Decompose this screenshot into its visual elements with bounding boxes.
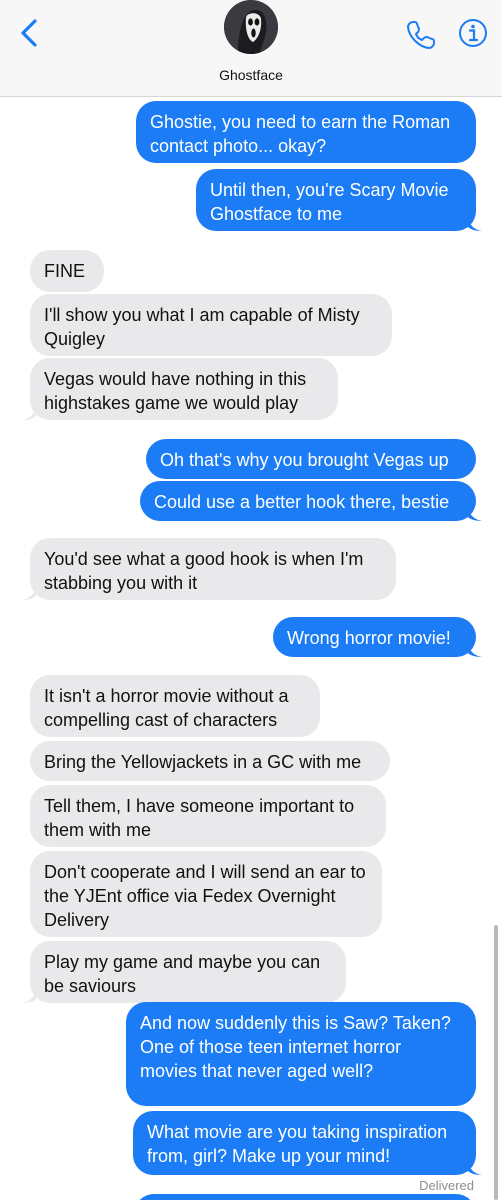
- delivered-status: Delivered: [419, 1178, 474, 1193]
- bubble-tail: [468, 1157, 482, 1175]
- incoming-message[interactable]: It isn't a horror movie without a compel…: [30, 675, 320, 737]
- outgoing-message[interactable]: Could use a better hook there, bestie: [140, 481, 476, 521]
- ghostface-mask-icon: [224, 0, 278, 54]
- scrollbar[interactable]: [494, 925, 498, 1200]
- incoming-message[interactable]: Tell them, I have someone important to t…: [30, 785, 386, 847]
- outgoing-message-partial[interactable]: [134, 1194, 476, 1200]
- bubble-tail: [468, 639, 482, 657]
- outgoing-message[interactable]: Oh that's why you brought Vegas up: [146, 439, 476, 479]
- call-button[interactable]: [404, 18, 438, 52]
- chevron-left-icon: [21, 19, 37, 47]
- messages-app: Ghostface Ghostie, you need to earn the …: [0, 0, 502, 1200]
- bubble-tail: [22, 582, 36, 600]
- outgoing-message[interactable]: Ghostie, you need to earn the Roman cont…: [136, 101, 476, 163]
- info-button[interactable]: [458, 18, 488, 48]
- incoming-message[interactable]: Vegas would have nothing in this highsta…: [30, 358, 338, 420]
- info-icon: [459, 19, 487, 47]
- bubble-tail: [22, 402, 36, 420]
- incoming-message[interactable]: Bring the Yellowjackets in a GC with me: [30, 741, 390, 781]
- incoming-message[interactable]: You'd see what a good hook is when I'm s…: [30, 538, 396, 600]
- incoming-message[interactable]: Don't cooperate and I will send an ear t…: [30, 851, 382, 937]
- message-thread: Ghostie, you need to earn the Roman cont…: [0, 97, 502, 1200]
- incoming-message[interactable]: I'll show you what I am capable of Misty…: [30, 294, 392, 356]
- back-button[interactable]: [16, 18, 44, 48]
- bubble-tail: [468, 213, 482, 231]
- contact-avatar[interactable]: [224, 0, 278, 54]
- phone-icon: [407, 21, 435, 49]
- incoming-message[interactable]: Play my game and maybe you can be saviou…: [30, 941, 346, 1003]
- outgoing-message[interactable]: What movie are you taking inspiration fr…: [133, 1111, 476, 1175]
- incoming-message[interactable]: FINE: [30, 250, 104, 292]
- contact-name[interactable]: Ghostface: [0, 67, 502, 83]
- outgoing-message[interactable]: Wrong horror movie!: [273, 617, 476, 657]
- bubble-tail: [468, 503, 482, 521]
- conversation-header: Ghostface: [0, 0, 502, 97]
- outgoing-message[interactable]: Until then, you're Scary Movie Ghostface…: [196, 169, 476, 231]
- bubble-tail: [22, 985, 36, 1003]
- outgoing-message[interactable]: And now suddenly this is Saw? Taken? One…: [126, 1002, 476, 1106]
